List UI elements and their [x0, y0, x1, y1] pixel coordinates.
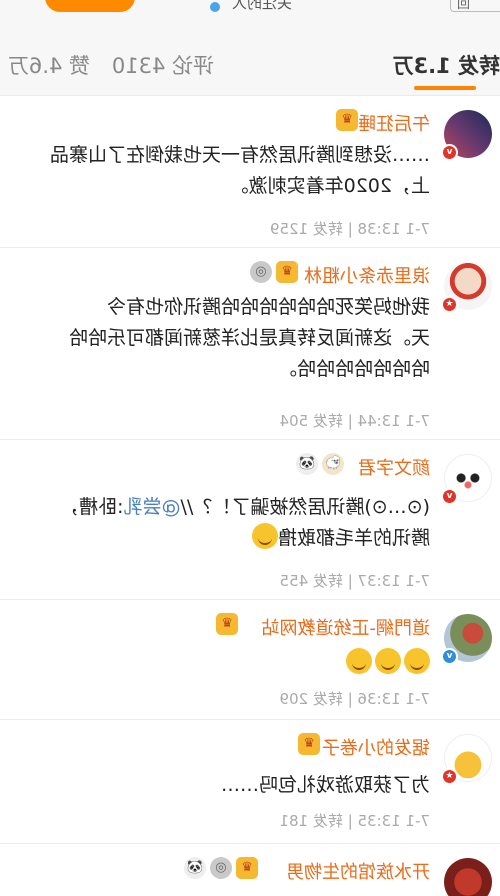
username[interactable]: 浪里赤条小粗林: [304, 262, 430, 288]
list-item[interactable]: v 道門網-正统道教网站 ♛ 7-1 13:36 | 转发 209: [0, 600, 500, 720]
active-tab-indicator: [414, 86, 476, 90]
text-segment: (⊙…⊙)腾讯居然被骗了！？//: [180, 496, 430, 518]
repost-count: 转发 181: [279, 812, 343, 830]
verified-badge-icon: v: [441, 488, 458, 505]
username[interactable]: 开水族馆的生物男: [286, 858, 430, 884]
top-action-button[interactable]: 回: [450, 0, 500, 12]
verified-badge-icon: v: [441, 144, 458, 161]
timestamp: 7-1 13:37: [357, 572, 431, 590]
tab-bar: 转发 1.3万 评论 4310 赞 4.6万: [0, 24, 500, 96]
avatar[interactable]: [444, 858, 492, 896]
top-action-label: 回: [457, 0, 471, 12]
list-item[interactable]: ★ 锯发的小卷子 ♛ 为了获取游戏礼包吗…… 7-1 13:35 | 转发 18…: [0, 720, 500, 844]
text-segment: 腾讯的羊毛都敢撸: [277, 527, 430, 549]
sheep-icon: 🐑: [322, 453, 344, 475]
repost-meta: 7-1 13:35 | 转发 181: [279, 812, 431, 830]
tab-repost[interactable]: 转发 1.3万: [392, 50, 500, 80]
top-bar-text: 关注的人: [231, 0, 292, 12]
crown-icon: ♛: [276, 261, 298, 283]
timestamp: 7-1 13:38: [357, 220, 431, 238]
text-line: 天。这新闻反转真是比洋葱新闻都可乐哈哈: [68, 327, 430, 349]
username[interactable]: 道門網-正统道教网站: [262, 614, 431, 640]
repost-count: 转发 209: [279, 690, 343, 708]
text-line: 我他妈笑死哈哈哈哈哈哈腾讯你也有今: [106, 296, 430, 318]
timestamp: 7-1 13:44: [357, 412, 431, 430]
repost-text: 为了获取游戏礼包吗……: [0, 770, 430, 801]
verified-badge-icon: ★: [441, 296, 458, 313]
username[interactable]: 锯发的小卷子: [322, 734, 430, 760]
grin-emoji-icon: [404, 648, 430, 674]
crown-icon: ♛: [236, 857, 258, 879]
grin-emoji-icon: [346, 648, 372, 674]
repost-text: 我他妈笑死哈哈哈哈哈哈腾讯你也有今 天。这新闻反转真是比洋葱新闻都可乐哈哈 哈哈…: [0, 292, 430, 385]
mirrored-screen: 关注的人 回 转发 1.3万 评论 4310 赞 4.6万 v 午后狂睡 ♛ ……: [0, 0, 500, 896]
timestamp: 7-1 13:35: [357, 812, 431, 830]
medal-icon: ◎: [250, 261, 272, 283]
text-line: ……没想到腾讯居然有一天也栽倒在了山寨品: [49, 144, 430, 166]
repost-meta: 7-1 13:38 | 转发 1259: [269, 220, 431, 238]
text-line: 为了获取游戏礼包吗……: [220, 774, 430, 796]
list-item[interactable]: 开水族馆的生物男 ♛ ◎ 🐼: [0, 844, 500, 896]
repost-meta: 7-1 13:44 | 转发 504: [279, 412, 431, 430]
follow-button[interactable]: [45, 0, 135, 12]
laugh-cry-emoji-icon: [251, 523, 278, 549]
verified-icon: [210, 2, 220, 12]
mention-link[interactable]: @尝乳: [124, 496, 181, 518]
username[interactable]: 午后狂睡: [358, 110, 430, 136]
username[interactable]: 颜文字君: [358, 454, 430, 480]
repost-text: [0, 648, 430, 679]
panda-icon: 🐼: [184, 857, 206, 879]
list-item[interactable]: ★ 浪里赤条小粗林 ♛ ◎ 我他妈笑死哈哈哈哈哈哈腾讯你也有今 天。这新闻反转真…: [0, 248, 500, 440]
verified-badge-icon: ★: [441, 768, 458, 785]
tab-comment[interactable]: 评论 4310: [112, 50, 214, 80]
text-line: 哈哈哈哈哈哈哈。: [277, 358, 430, 380]
list-item[interactable]: v 颜文字君 🐑 🐼 (⊙…⊙)腾讯居然被骗了！？//@尝乳:卧槽， 腾讯的羊毛…: [0, 440, 500, 600]
panda-icon: 🐼: [296, 453, 318, 475]
list-item[interactable]: v 午后狂睡 ♛ ……没想到腾讯居然有一天也栽倒在了山寨品 上，2020年着实刺…: [0, 96, 500, 248]
medal-icon: ◎: [210, 857, 232, 879]
top-bar: 关注的人 回: [0, 0, 500, 24]
timestamp: 7-1 13:36: [357, 690, 431, 708]
crown-icon: ♛: [298, 733, 320, 755]
tab-like[interactable]: 赞 4.6万: [8, 50, 90, 80]
crown-icon: ♛: [216, 613, 238, 635]
repost-count: 转发 455: [279, 572, 343, 590]
repost-count: 转发 504: [279, 412, 343, 430]
repost-meta: 7-1 13:37 | 转发 455: [279, 572, 431, 590]
grin-emoji-icon: [375, 648, 401, 674]
repost-text: (⊙…⊙)腾讯居然被骗了！？//@尝乳:卧槽， 腾讯的羊毛都敢撸: [0, 492, 430, 554]
text-line: 上，2020年着实刺激。: [229, 175, 430, 197]
repost-text: ……没想到腾讯居然有一天也栽倒在了山寨品 上，2020年着实刺激。: [0, 140, 430, 202]
text-segment: :卧槽，: [60, 496, 124, 518]
crown-icon: ♛: [336, 109, 358, 131]
repost-count: 转发 1259: [269, 220, 343, 238]
repost-meta: 7-1 13:36 | 转发 209: [279, 690, 431, 708]
verified-badge-icon: v: [441, 648, 458, 665]
